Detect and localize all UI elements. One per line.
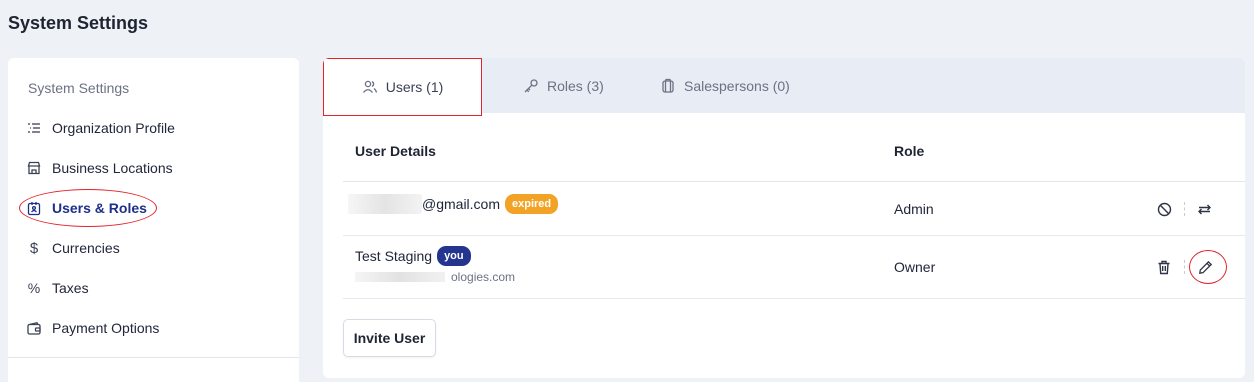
user-name: Test Staging you (355, 246, 471, 266)
sidebar-item-label: Payment Options (52, 320, 160, 336)
table-row: Test Staging you ologies.com Owner (343, 236, 1245, 299)
sidebar-heading: System Settings (28, 80, 130, 96)
sidebar-item-label: Business Locations (52, 160, 173, 176)
tab-bar: Users (1) Roles (3) Salespersons (0) (323, 58, 1245, 116)
store-icon (26, 160, 42, 176)
sidebar-divider (8, 357, 299, 358)
redacted-text (348, 194, 422, 214)
tab-salespersons[interactable]: Salespersons (0) (660, 58, 790, 113)
sidebar-item-label: Organization Profile (52, 120, 175, 136)
sidebar-item-label: Currencies (52, 240, 120, 256)
swap-icon[interactable] (1194, 199, 1214, 219)
sidebar-item-currencies[interactable]: $ Currencies (26, 234, 120, 262)
tab-label: Roles (3) (547, 77, 604, 94)
invite-user-button[interactable]: Invite User (343, 319, 436, 357)
tab-roles[interactable]: Roles (3) (523, 58, 604, 113)
highlight-annotation (1189, 250, 1227, 284)
dollar-icon: $ (29, 239, 39, 257)
column-header-user-details: User Details (355, 143, 436, 159)
redacted-text (355, 272, 445, 282)
users-panel: Users (1) Roles (3) Salespersons (0) Use… (323, 58, 1245, 378)
users-icon (362, 79, 378, 95)
status-badge: expired (505, 194, 559, 214)
trash-icon[interactable] (1154, 257, 1174, 277)
wallet-icon (26, 320, 42, 336)
user-email: @gmail.com expired (348, 194, 559, 214)
user-role: Owner (894, 259, 936, 275)
highlight-annotation (19, 189, 157, 227)
sidebar-item-payment-options[interactable]: Payment Options (26, 314, 159, 342)
briefcase-icon (660, 78, 676, 94)
sidebar-item-taxes[interactable]: % Taxes (26, 274, 89, 302)
list-icon (26, 120, 42, 136)
key-icon (523, 78, 539, 94)
sidebar-item-business-locations[interactable]: Business Locations (26, 154, 173, 182)
column-header-role: Role (894, 143, 925, 159)
sidebar-item-label: Taxes (52, 280, 89, 296)
tab-users[interactable]: Users (1) (323, 58, 482, 116)
percent-icon: % (27, 280, 41, 296)
user-role: Admin (894, 201, 934, 217)
user-email: ologies.com (355, 270, 515, 284)
sidebar-item-organization-profile[interactable]: Organization Profile (26, 114, 175, 142)
action-separator (1184, 202, 1185, 216)
tab-label: Users (1) (385, 79, 444, 95)
status-badge: you (437, 246, 471, 266)
page-title: System Settings (8, 13, 149, 33)
settings-sidebar: System Settings Organization Profile Bus… (8, 58, 299, 382)
tab-label: Salespersons (0) (684, 77, 790, 94)
table-row: @gmail.com expired Admin (343, 182, 1245, 236)
users-table-header: User Details Role (343, 113, 1245, 182)
ban-icon[interactable] (1154, 199, 1174, 219)
action-separator (1184, 260, 1185, 274)
